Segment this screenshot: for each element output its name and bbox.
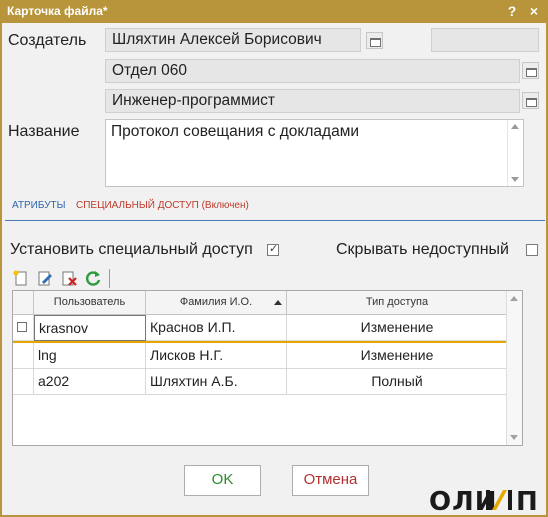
table-row[interactable]: lng Лисков Н.Г. Изменение xyxy=(13,343,508,369)
column-header-access-type[interactable]: Тип доступа xyxy=(287,291,508,315)
name-text: Протокол совещания с докладами xyxy=(111,123,360,140)
name-textarea[interactable]: Протокол совещания с докладами xyxy=(105,119,524,187)
cancel-button[interactable]: Отмена xyxy=(292,465,369,496)
grid-scrollbar[interactable] xyxy=(506,291,522,445)
creator-field: Шляхтин Алексей Борисович xyxy=(105,28,361,52)
cell-name[interactable]: Краснов И.П. xyxy=(146,315,287,341)
position-field: Инженер-программист xyxy=(105,89,520,113)
svg-text:П: П xyxy=(516,487,539,516)
tab-underline xyxy=(5,220,545,221)
department-field: Отдел 060 xyxy=(105,59,520,83)
window-title: Карточка файла* xyxy=(7,4,108,18)
column-header-name-label: Фамилия И.О. xyxy=(179,296,253,308)
scroll-down-icon[interactable] xyxy=(511,177,519,182)
creator-picker-icon[interactable] xyxy=(366,32,383,49)
cell-user[interactable]: krasnov xyxy=(34,315,146,341)
scroll-down-icon[interactable] xyxy=(510,435,518,440)
hide-unavailable-label: Скрывать недоступный xyxy=(336,241,509,258)
set-special-access-label: Установить специальный доступ xyxy=(10,241,253,258)
help-button[interactable]: ? xyxy=(502,2,522,20)
scroll-up-icon[interactable] xyxy=(510,296,518,301)
table-row[interactable]: krasnov Краснов И.П. Изменение xyxy=(13,315,508,341)
table-row[interactable]: a202 Шляхтин А.Б. Полный xyxy=(13,369,508,395)
dialog-body: Создатель Шляхтин Алексей Борисович Отде… xyxy=(2,23,546,516)
name-textarea-scrollbar[interactable] xyxy=(507,120,523,186)
sort-asc-icon xyxy=(274,300,282,305)
close-button[interactable]: × xyxy=(524,2,544,20)
department-picker-icon[interactable] xyxy=(522,62,539,79)
cell-access[interactable]: Изменение xyxy=(287,343,508,369)
set-special-access-checkbox[interactable]: ✓ xyxy=(267,243,279,256)
cell-name[interactable]: Лисков Н.Г. xyxy=(146,343,287,369)
row-indicator-header xyxy=(13,291,34,315)
creator-label: Создатель xyxy=(8,32,87,49)
toolbar-separator xyxy=(109,269,110,288)
file-card-window: Карточка файла* ? × Создатель Шляхтин Ал… xyxy=(0,0,548,517)
title-bar[interactable]: Карточка файла* ? × xyxy=(0,0,548,23)
edit-user-icon[interactable] xyxy=(36,269,54,287)
creator-extra-field xyxy=(431,28,539,52)
hide-unavailable-checkbox[interactable] xyxy=(526,244,538,256)
tab-special-access[interactable]: СПЕЦИАЛЬНЫЙ ДОСТУП (Включен) xyxy=(76,200,249,211)
position-picker-icon[interactable] xyxy=(522,92,539,109)
row-checkbox[interactable] xyxy=(17,322,27,332)
cell-access[interactable]: Изменение xyxy=(287,315,508,341)
cell-user[interactable]: lng xyxy=(34,343,146,369)
cell-user[interactable]: a202 xyxy=(34,369,146,395)
row-select-cell[interactable] xyxy=(13,343,34,369)
tab-attributes[interactable]: АТРИБУТЫ xyxy=(12,200,66,211)
name-label: Название xyxy=(8,123,80,140)
access-grid: Пользователь Фамилия И.О. Тип доступа kr… xyxy=(12,290,523,446)
ok-button[interactable]: OK xyxy=(184,465,261,496)
column-header-name[interactable]: Фамилия И.О. xyxy=(146,291,287,315)
checkmark-icon: ✓ xyxy=(269,243,279,255)
scroll-up-icon[interactable] xyxy=(511,124,519,129)
add-user-icon[interactable] xyxy=(12,269,30,287)
row-select-cell[interactable] xyxy=(13,315,34,341)
cell-access[interactable]: Полный xyxy=(287,369,508,395)
cell-name[interactable]: Шляхтин А.Б. xyxy=(146,369,287,395)
row-select-cell[interactable] xyxy=(13,369,34,395)
refresh-icon[interactable] xyxy=(84,269,102,287)
olimp-logo: ОЛИ П xyxy=(429,487,539,516)
delete-user-icon[interactable] xyxy=(60,269,78,287)
column-header-user[interactable]: Пользователь xyxy=(34,291,146,315)
